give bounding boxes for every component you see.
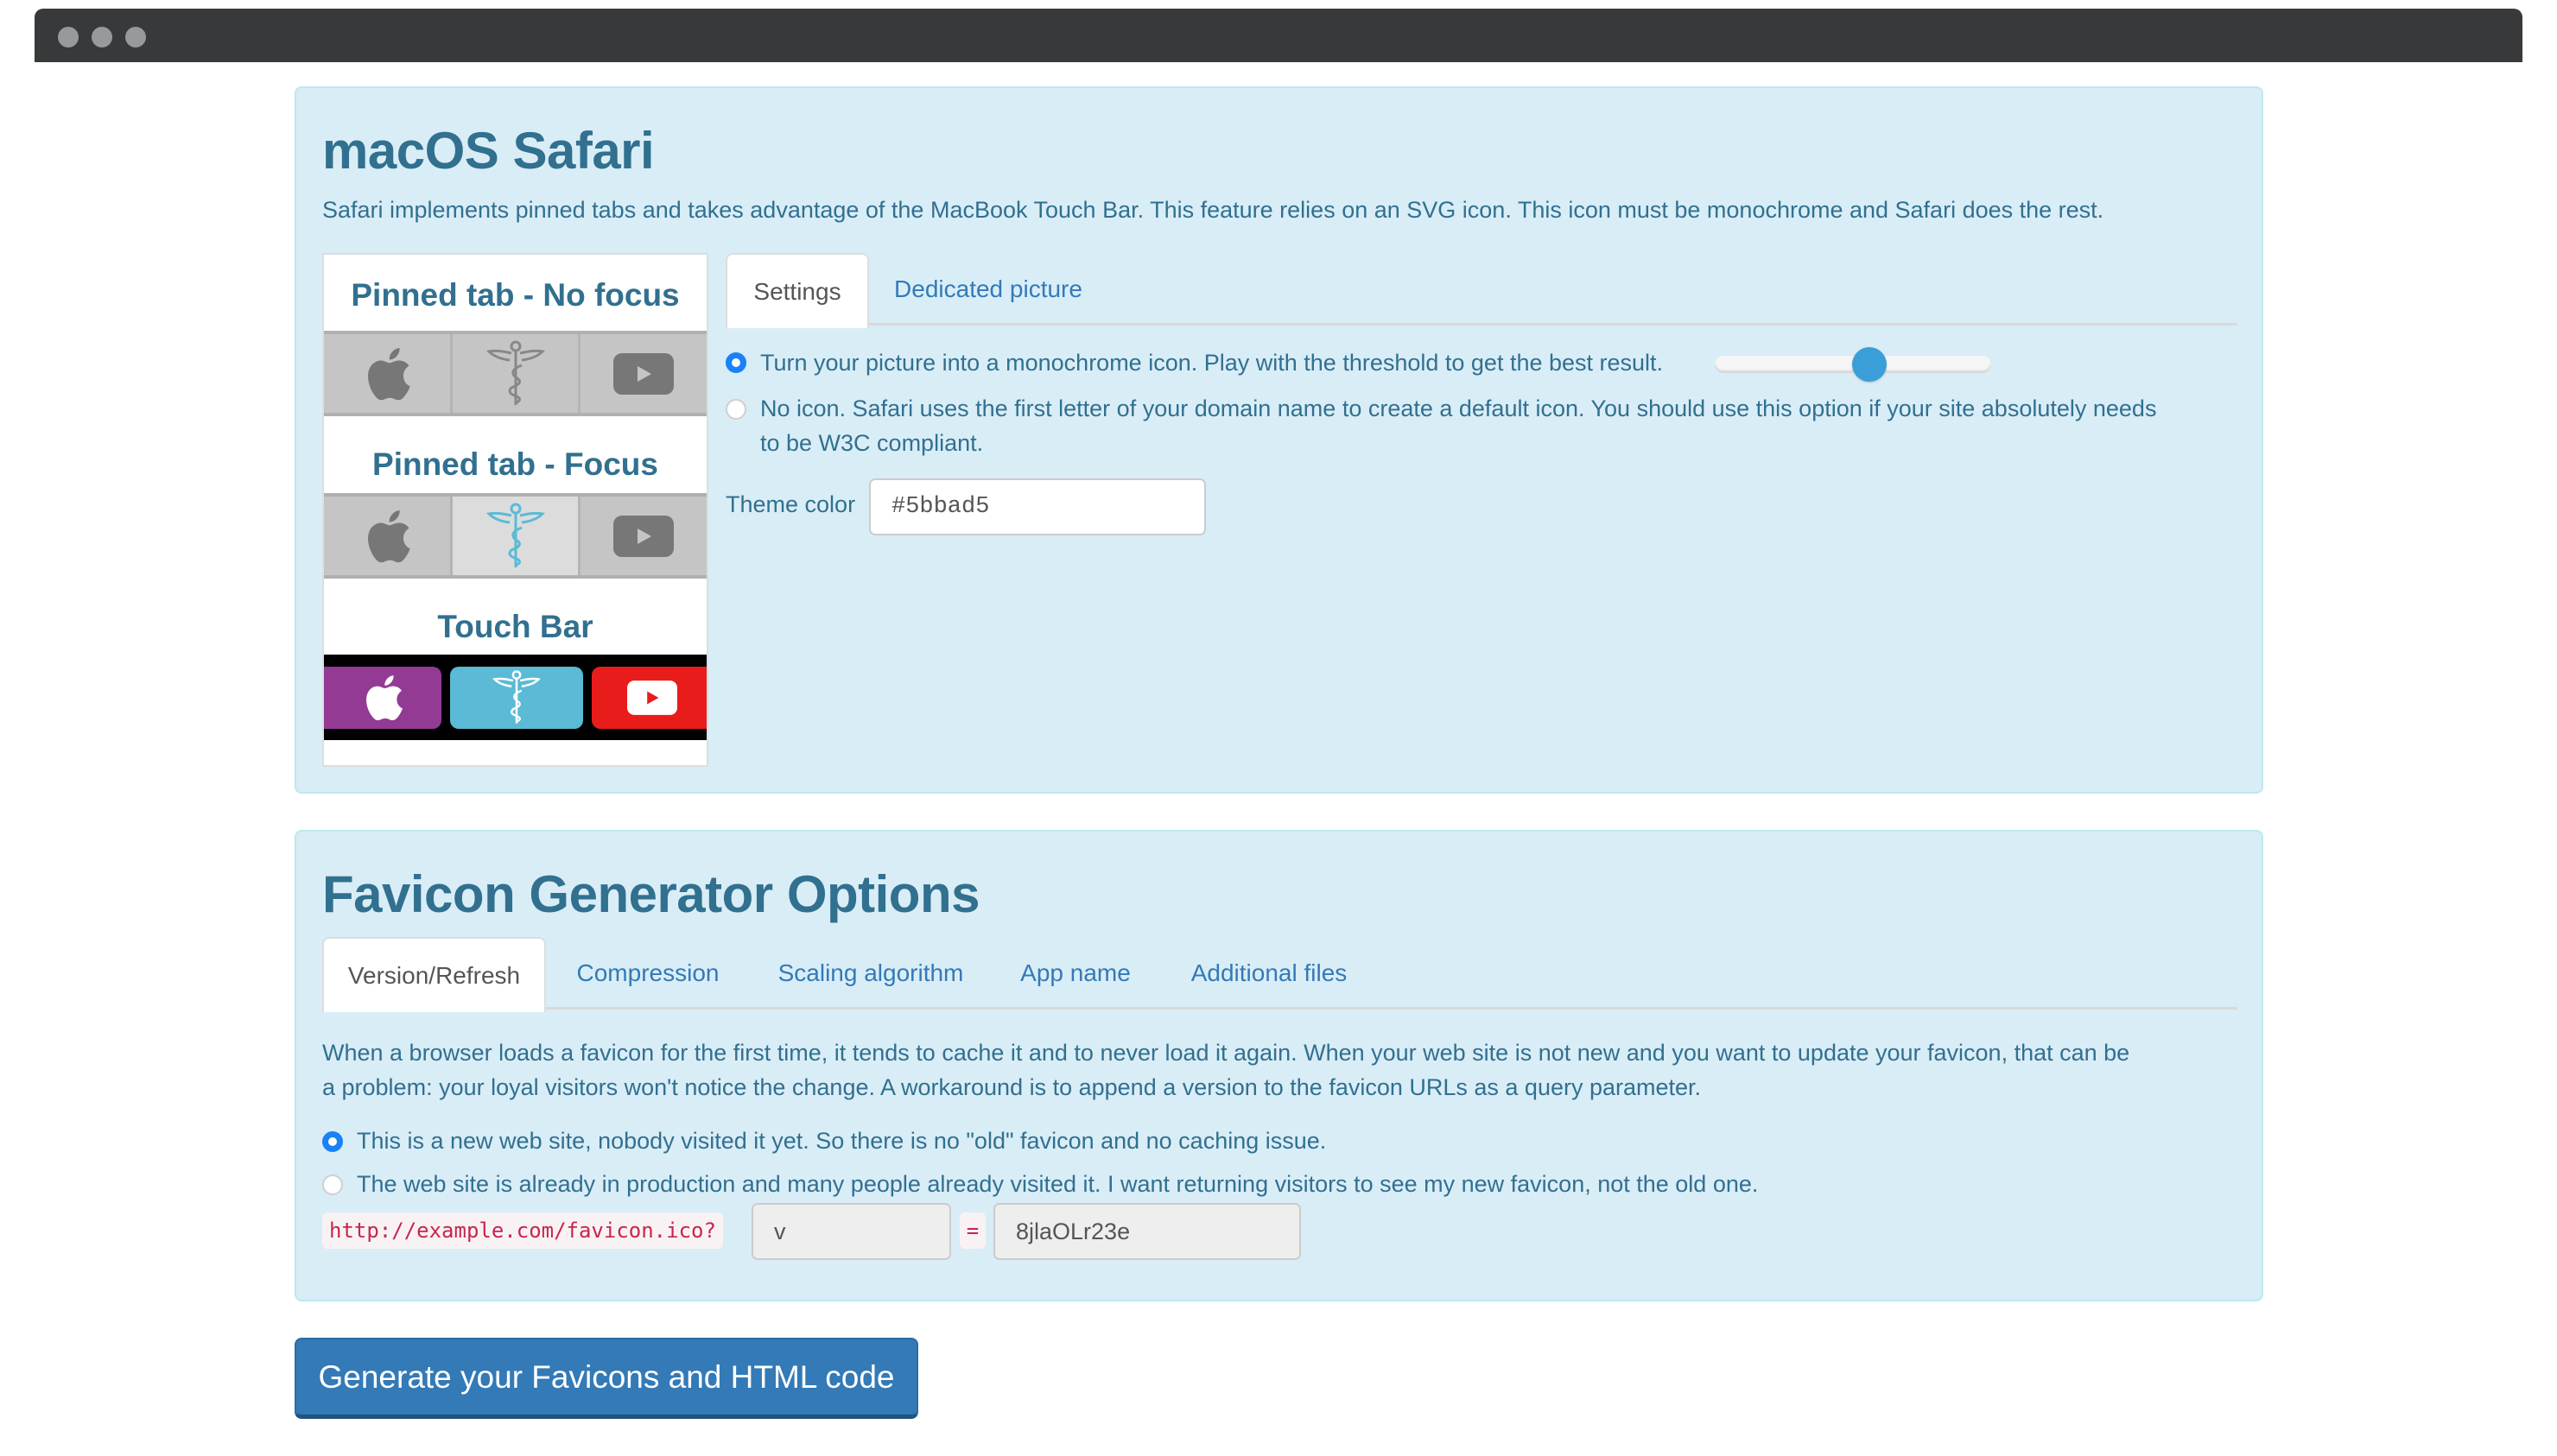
- monochrome-icon-radio[interactable]: [726, 352, 746, 373]
- preview-heading-touch-bar: Touch Bar: [437, 609, 593, 644]
- pinned-tab-apple: [324, 497, 453, 575]
- tab-app-name[interactable]: App name: [992, 937, 1159, 1010]
- new-site-radio[interactable]: [322, 1131, 343, 1152]
- pinned-tab-apple: [324, 334, 453, 413]
- tab-compression[interactable]: Compression: [546, 937, 750, 1010]
- touch-bar: [324, 655, 707, 740]
- close-window-button[interactable]: [58, 27, 79, 47]
- tab-dedicated-picture[interactable]: Dedicated picture: [869, 253, 1107, 326]
- generate-favicons-button[interactable]: Generate your Favicons and HTML code: [295, 1338, 918, 1419]
- threshold-slider-thumb[interactable]: [1852, 347, 1888, 382]
- no-icon-radio[interactable]: [726, 399, 746, 420]
- version-param-value-input[interactable]: 8jlaOLr23e: [993, 1203, 1301, 1260]
- no-icon-label-line1: No icon. Safari uses the first letter of…: [760, 396, 2157, 421]
- caduceus-icon: [485, 503, 545, 567]
- generator-options-panel: Favicon Generator Options Version/Refres…: [295, 830, 2263, 1301]
- pinned-tab-caduceus: [453, 334, 581, 413]
- apple-icon: [367, 347, 410, 400]
- caduceus-icon: [485, 340, 545, 405]
- tab-additional-files[interactable]: Additional files: [1159, 937, 1379, 1010]
- version-paragraph-line1: When a browser loads a favicon for the f…: [322, 1040, 2130, 1066]
- apple-icon: [367, 510, 410, 562]
- safari-panel-description: Safari implements pinned tabs and takes …: [322, 197, 2104, 223]
- youtube-icon: [613, 515, 675, 557]
- version-param-name-input[interactable]: v: [752, 1203, 951, 1260]
- equals-sign: =: [960, 1212, 986, 1249]
- pinned-tab-preview: Pinned tab - No focus Pinned tab - Focus: [322, 253, 708, 767]
- safari-tabs: Settings Dedicated picture: [726, 253, 2237, 328]
- pinned-tab-youtube: [581, 497, 707, 575]
- options-tabs: Version/Refresh Compression Scaling algo…: [322, 937, 2237, 1012]
- window-titlebar: [35, 9, 2522, 62]
- preview-heading-no-focus: Pinned tab - No focus: [351, 277, 680, 313]
- pinned-tabs-focus: [324, 493, 707, 579]
- minimize-window-button[interactable]: [92, 27, 112, 47]
- tab-version-refresh[interactable]: Version/Refresh: [322, 937, 546, 1012]
- youtube-icon: [613, 352, 675, 395]
- tab-settings[interactable]: Settings: [726, 253, 869, 328]
- preview-heading-focus: Pinned tab - Focus: [372, 446, 658, 482]
- theme-color-input[interactable]: #5bbad5: [869, 478, 1206, 535]
- new-site-label: This is a new web site, nobody visited i…: [357, 1128, 1327, 1154]
- pinned-tab-caduceus-focused: [452, 497, 581, 575]
- apple-icon: [366, 674, 403, 720]
- touch-bar-button-caduceus: [450, 666, 583, 729]
- safari-panel: macOS Safari Safari implements pinned ta…: [295, 86, 2263, 794]
- pinned-tab-youtube: [581, 334, 707, 413]
- touch-bar-button-youtube: [592, 666, 707, 729]
- pinned-tabs-no-focus: [324, 331, 707, 416]
- theme-color-label: Theme color: [726, 491, 856, 517]
- zoom-window-button[interactable]: [125, 27, 146, 47]
- safari-panel-title: macOS Safari: [322, 122, 655, 180]
- youtube-icon: [627, 680, 677, 715]
- options-panel-title: Favicon Generator Options: [322, 865, 980, 923]
- monochrome-icon-label: Turn your picture into a monochrome icon…: [760, 350, 1664, 376]
- version-paragraph-line2: a problem: your loyal visitors won't not…: [322, 1074, 1702, 1100]
- favicon-url-prefix: http://example.com/favicon.ico?: [322, 1212, 723, 1249]
- no-icon-label-line2: to be W3C compliant.: [760, 430, 984, 456]
- production-site-label: The web site is already in production an…: [357, 1171, 1759, 1197]
- caduceus-icon: [492, 669, 542, 724]
- touch-bar-button-apple: [324, 666, 441, 729]
- tab-scaling-algorithm[interactable]: Scaling algorithm: [750, 937, 992, 1010]
- production-site-radio[interactable]: [322, 1174, 343, 1195]
- threshold-slider[interactable]: [1715, 347, 1991, 382]
